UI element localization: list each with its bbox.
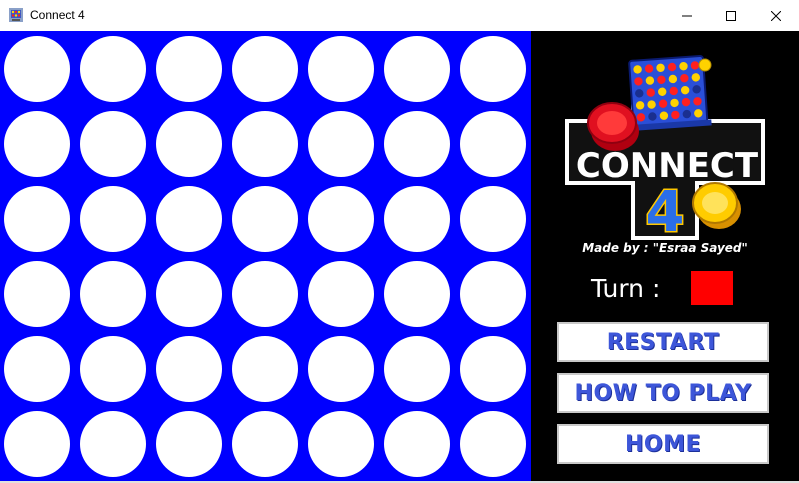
minimize-icon bbox=[681, 11, 692, 21]
board-slot[interactable] bbox=[80, 186, 146, 252]
board-slot[interactable] bbox=[80, 336, 146, 402]
board-slot[interactable] bbox=[460, 336, 526, 402]
maximize-button[interactable] bbox=[708, 0, 753, 31]
board-slot[interactable] bbox=[308, 411, 374, 477]
board-slot[interactable] bbox=[384, 36, 450, 102]
logo-number-text: 4 bbox=[646, 180, 685, 243]
board-slot[interactable] bbox=[308, 261, 374, 327]
maximize-icon bbox=[725, 10, 736, 21]
minimize-button[interactable] bbox=[664, 0, 709, 31]
board-slot[interactable] bbox=[232, 111, 298, 177]
turn-label: Turn : bbox=[591, 274, 661, 303]
board-slot[interactable] bbox=[460, 111, 526, 177]
board-slot[interactable] bbox=[156, 411, 222, 477]
board-slot[interactable] bbox=[156, 336, 222, 402]
how-to-play-button[interactable]: HOW TO PLAY bbox=[557, 373, 769, 413]
board-slot[interactable] bbox=[308, 111, 374, 177]
board-slot[interactable] bbox=[4, 186, 70, 252]
game-window: Connect 4 CONNECT 4 Made by: "Esraa Say… bbox=[0, 0, 799, 483]
game-board bbox=[0, 31, 531, 481]
credit-text: Made by : "Esraa Sayed" bbox=[582, 241, 748, 255]
connect4-logo: CONNECT 4 bbox=[555, 43, 775, 247]
turn-indicator bbox=[691, 271, 733, 305]
board-slot[interactable] bbox=[308, 336, 374, 402]
board-slot[interactable] bbox=[384, 186, 450, 252]
close-icon bbox=[770, 10, 781, 21]
board-slot[interactable] bbox=[4, 261, 70, 327]
board-slot[interactable] bbox=[156, 261, 222, 327]
close-button[interactable] bbox=[753, 0, 798, 31]
board-slot[interactable] bbox=[460, 186, 526, 252]
board-slot[interactable] bbox=[80, 261, 146, 327]
board-slot[interactable] bbox=[80, 36, 146, 102]
board-slot[interactable] bbox=[384, 336, 450, 402]
board-slot[interactable] bbox=[384, 111, 450, 177]
board-slot[interactable] bbox=[232, 336, 298, 402]
restart-button[interactable]: RESTART bbox=[557, 322, 769, 362]
board-slot[interactable] bbox=[156, 186, 222, 252]
board-slot[interactable] bbox=[232, 261, 298, 327]
board-slot[interactable] bbox=[156, 111, 222, 177]
board-slot[interactable] bbox=[384, 261, 450, 327]
board-slot[interactable] bbox=[4, 36, 70, 102]
board-slot[interactable] bbox=[156, 36, 222, 102]
board-slot[interactable] bbox=[308, 186, 374, 252]
board-slot[interactable] bbox=[460, 261, 526, 327]
board-slot[interactable] bbox=[460, 411, 526, 477]
window-title: Connect 4 bbox=[30, 8, 85, 22]
board-slot[interactable] bbox=[4, 336, 70, 402]
board-slot[interactable] bbox=[384, 411, 450, 477]
board-slot[interactable] bbox=[232, 36, 298, 102]
board-slot[interactable] bbox=[80, 411, 146, 477]
home-button[interactable]: HOME bbox=[557, 424, 769, 464]
board-slot[interactable] bbox=[4, 111, 70, 177]
board-slot[interactable] bbox=[232, 186, 298, 252]
board-slot[interactable] bbox=[4, 411, 70, 477]
title-bar[interactable]: Connect 4 bbox=[0, 0, 799, 31]
board-slot[interactable] bbox=[308, 36, 374, 102]
board-slot[interactable] bbox=[80, 111, 146, 177]
sidebar: CONNECT 4 Made by : "Esraa Sayed" Turn :… bbox=[531, 31, 799, 481]
connect4-app-icon bbox=[8, 7, 24, 23]
board-slot[interactable] bbox=[232, 411, 298, 477]
board-slot[interactable] bbox=[460, 36, 526, 102]
